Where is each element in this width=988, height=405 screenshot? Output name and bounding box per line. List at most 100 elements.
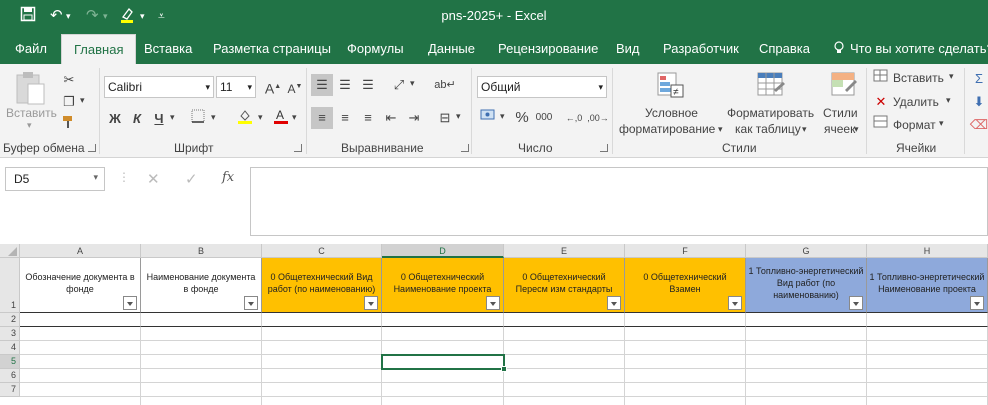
row-header-2[interactable]: 2 <box>0 313 20 327</box>
tab-page-layout[interactable]: Разметка страницы <box>213 34 331 64</box>
conditional-formatting-icon[interactable]: ≠ <box>655 70 685 103</box>
row-header-5[interactable]: 5 <box>0 355 20 369</box>
column-header-e[interactable]: E <box>504 244 625 258</box>
filter-dropdown-icon[interactable] <box>849 296 863 310</box>
cell[interactable] <box>625 397 746 405</box>
format-cells-dropdown-icon[interactable]: ▾ <box>939 118 944 129</box>
cell[interactable] <box>262 327 382 341</box>
column-header-g[interactable]: G <box>746 244 867 258</box>
select-all-button[interactable] <box>0 244 20 258</box>
cell[interactable] <box>504 327 625 341</box>
cell[interactable] <box>141 383 262 397</box>
copy-dropdown-icon[interactable]: ▾ <box>80 95 85 106</box>
filter-dropdown-icon[interactable] <box>728 296 742 310</box>
borders-dropdown-icon[interactable]: ▾ <box>211 112 216 123</box>
tab-insert[interactable]: Вставка <box>144 34 192 64</box>
align-left-icon[interactable]: ≡ <box>311 107 333 129</box>
header-cell-e1[interactable]: 0 Общетехнический Пересм изм стандарты <box>504 258 625 313</box>
percent-button[interactable]: % <box>511 107 533 129</box>
cell[interactable] <box>20 369 141 383</box>
merge-dropdown-icon[interactable]: ▾ <box>456 111 461 122</box>
clipboard-launcher-icon[interactable] <box>88 144 96 152</box>
currency-dropdown-icon[interactable]: ▾ <box>500 111 505 122</box>
alignment-launcher-icon[interactable] <box>461 144 469 152</box>
cell[interactable] <box>20 397 141 405</box>
cell[interactable] <box>262 313 382 327</box>
decrease-indent-icon[interactable]: ⇤ <box>380 107 402 129</box>
filter-dropdown-icon[interactable] <box>486 296 500 310</box>
row-header-1[interactable]: 1 <box>0 258 20 313</box>
tab-data[interactable]: Данные <box>428 34 475 64</box>
align-top-icon[interactable]: ☰ <box>311 74 333 96</box>
fill-color-dropdown-icon[interactable]: ▾ <box>258 112 263 123</box>
cell-styles-label2[interactable]: ячеек <box>824 122 855 136</box>
tab-home[interactable]: Главная <box>61 34 137 64</box>
column-header-d[interactable]: D <box>382 244 504 258</box>
thousands-button[interactable]: 000 <box>533 107 555 129</box>
column-header-b[interactable]: B <box>141 244 262 258</box>
delete-cells-icon[interactable]: ✕ <box>870 91 892 113</box>
borders-icon[interactable] <box>187 108 209 130</box>
cell[interactable] <box>262 341 382 355</box>
cell[interactable] <box>625 327 746 341</box>
cell[interactable] <box>746 327 867 341</box>
column-header-c[interactable]: C <box>262 244 382 258</box>
cell[interactable] <box>746 313 867 327</box>
format-cells-button[interactable]: Формат <box>893 118 936 132</box>
cell[interactable] <box>504 397 625 405</box>
orientation-icon[interactable]: ⤢ <box>388 74 410 96</box>
column-header-h[interactable]: H <box>867 244 988 258</box>
orientation-dropdown-icon[interactable]: ▾ <box>410 78 415 89</box>
cell[interactable] <box>746 355 867 369</box>
delete-cells-button[interactable]: Удалить <box>893 95 939 109</box>
fill-down-icon[interactable]: ⬇ <box>968 91 988 113</box>
cell[interactable] <box>625 369 746 383</box>
font-launcher-icon[interactable] <box>294 144 302 152</box>
format-as-table-label2[interactable]: как таблицу <box>735 122 801 136</box>
tab-file[interactable]: Файл <box>15 34 47 64</box>
insert-function-icon[interactable]: fx <box>222 170 234 185</box>
cell[interactable] <box>746 383 867 397</box>
clear-icon[interactable]: ⌫ <box>968 114 988 136</box>
cell[interactable] <box>382 341 504 355</box>
cell[interactable] <box>141 341 262 355</box>
name-box[interactable]: D5 ▾ <box>5 167 105 191</box>
cell[interactable] <box>262 369 382 383</box>
fill-color-icon[interactable] <box>234 108 256 130</box>
cell[interactable] <box>504 341 625 355</box>
merge-center-icon[interactable]: ⊟ <box>434 107 456 129</box>
header-cell-a1[interactable]: Обозначение документа в фонде <box>20 258 141 313</box>
cell[interactable] <box>504 313 625 327</box>
increase-indent-icon[interactable]: ⇥ <box>403 107 425 129</box>
conditional-formatting-label1[interactable]: Условное <box>645 106 698 120</box>
font-color-dropdown-icon[interactable]: ▾ <box>292 112 297 123</box>
cell[interactable] <box>504 383 625 397</box>
cell[interactable] <box>867 327 988 341</box>
sum-icon[interactable]: Σ <box>968 68 988 90</box>
decrease-font-icon[interactable]: A▼ <box>284 76 306 98</box>
cell[interactable] <box>867 341 988 355</box>
tell-me-icon[interactable] <box>833 34 845 64</box>
font-size-select[interactable]: 11 ▾ <box>216 76 256 98</box>
formula-input[interactable] <box>250 167 988 236</box>
header-cell-c1[interactable]: 0 Общетехнический Вид работ (по наименов… <box>262 258 382 313</box>
header-cell-h1[interactable]: 1 Топливно-энергетический Наименование п… <box>867 258 988 313</box>
header-cell-d1[interactable]: 0 Общетехнический Наименование проекта <box>382 258 504 313</box>
cell[interactable] <box>867 383 988 397</box>
cell[interactable] <box>262 397 382 405</box>
cell-styles-icon[interactable] <box>829 70 859 103</box>
cell[interactable] <box>625 383 746 397</box>
filter-dropdown-icon[interactable] <box>123 296 137 310</box>
tab-help[interactable]: Справка <box>759 34 810 64</box>
cell[interactable] <box>20 313 141 327</box>
wrap-text-icon[interactable]: ab↵ <box>434 74 456 96</box>
cell[interactable] <box>382 313 504 327</box>
cell-styles-label1[interactable]: Стили <box>823 106 858 120</box>
format-as-table-label1[interactable]: Форматировать <box>727 106 814 120</box>
cell[interactable] <box>141 397 262 405</box>
format-as-table-icon[interactable] <box>756 70 786 103</box>
paste-icon[interactable] <box>14 70 48 111</box>
cell[interactable] <box>746 397 867 405</box>
cell-styles-dropdown-icon[interactable]: ▾ <box>854 124 859 135</box>
cell[interactable] <box>504 355 625 369</box>
